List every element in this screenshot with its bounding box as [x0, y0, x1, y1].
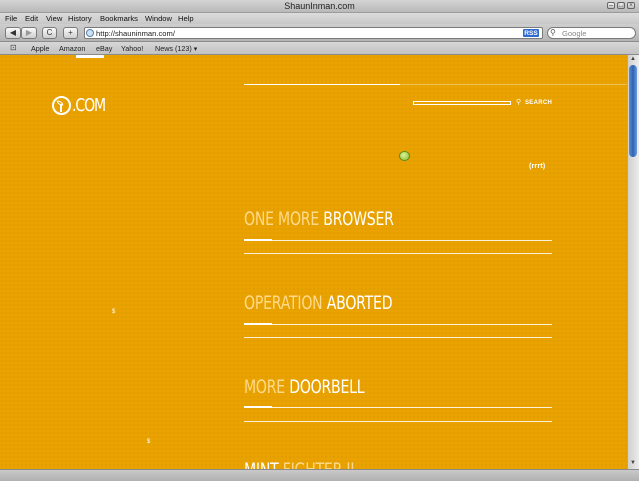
menu-view[interactable]: View	[46, 13, 62, 24]
post-divider	[244, 324, 552, 325]
address-bar[interactable]: http://shauninman.com/	[84, 27, 543, 39]
post-divider	[244, 407, 552, 408]
window-title: ShaunInman.com	[284, 1, 355, 11]
scroll-down-icon[interactable]: ▼	[629, 459, 637, 467]
post-title-lead: ONE MORE	[244, 208, 320, 230]
header-rule-faint	[400, 84, 627, 85]
sidebar-mark: $	[147, 439, 151, 445]
scroll-up-icon[interactable]: ▲	[629, 55, 637, 63]
site-search-input[interactable]	[413, 101, 511, 105]
post-title-main: FIGHTER II	[283, 459, 355, 469]
sidebar-mark: $	[112, 309, 116, 315]
menu-history[interactable]: History	[68, 13, 92, 24]
bookmarks-bar: ⊡ Apple Amazon eBay Yahoo! News (123) ▾	[0, 42, 639, 55]
menu-bar: File Edit View History Bookmarks Window …	[0, 13, 639, 24]
post-title-lead: MORE	[244, 376, 285, 398]
minimize-icon: –	[609, 2, 613, 9]
logo-stem	[60, 104, 62, 112]
post-divider	[244, 421, 552, 422]
back-button[interactable]: ◀	[5, 27, 21, 39]
site-icon	[86, 29, 94, 37]
post-title-lead: OPERATION	[244, 292, 323, 314]
post-title[interactable]: OPERATION ABORTED	[244, 291, 393, 315]
web-search-field[interactable]: ⚲ Google	[547, 27, 636, 39]
url-text[interactable]: http://shauninman.com/	[96, 28, 175, 39]
post-divider	[244, 253, 552, 254]
bookmark-apple[interactable]: Apple	[31, 42, 49, 54]
nav-indicator	[76, 55, 104, 58]
scroll-thumb[interactable]	[629, 65, 637, 157]
bookmark-news[interactable]: News (123) ▾	[155, 42, 197, 54]
logo-text[interactable]: .COM	[72, 95, 106, 117]
close-button[interactable]: ×	[627, 2, 635, 9]
menu-bookmarks[interactable]: Bookmarks	[100, 13, 138, 24]
search-label[interactable]: SEARCH	[525, 99, 552, 108]
maximize-button[interactable]: □	[617, 2, 625, 9]
post-title-main: ABORTED	[326, 292, 393, 314]
feed-link[interactable]: (rrrt)	[529, 161, 545, 171]
magnifier-icon: ⚲	[550, 28, 556, 37]
post-title-main: DOORBELL	[289, 376, 365, 398]
post-title-lead: MINT	[244, 459, 279, 469]
menu-edit[interactable]: Edit	[25, 13, 38, 24]
forward-button[interactable]: ▶	[21, 27, 37, 39]
post-title-clip: MINT FIGHTER II	[244, 455, 444, 469]
maximize-icon: □	[618, 2, 624, 9]
post-title[interactable]: ONE MORE BROWSER	[244, 207, 394, 231]
bookmark-amazon[interactable]: Amazon	[59, 42, 85, 54]
status-bar	[0, 469, 639, 481]
post-title[interactable]: MINT FIGHTER II	[244, 458, 354, 469]
toolbar: ◀ ▶ C + http://shauninman.com/	[0, 24, 639, 41]
menu-help[interactable]: Help	[178, 13, 194, 24]
reload-button[interactable]: C	[42, 27, 57, 39]
header-rule	[244, 84, 400, 85]
post-divider	[244, 337, 552, 338]
menu-window[interactable]: Window	[145, 13, 172, 24]
open-book-icon[interactable]: ⊡	[10, 44, 17, 52]
close-icon: ×	[628, 2, 634, 9]
bookmark-ebay[interactable]: eBay	[96, 42, 112, 54]
minimize-button[interactable]: –	[607, 2, 615, 9]
vertical-scrollbar[interactable]: ▲ ▼	[627, 55, 639, 469]
add-bookmark-button[interactable]: +	[63, 27, 78, 39]
status-orb-icon[interactable]	[399, 151, 410, 161]
menu-file[interactable]: File	[5, 13, 17, 24]
web-search-placeholder: Google	[562, 29, 587, 38]
post-title-main: BROWSER	[323, 208, 394, 230]
post-title[interactable]: MORE DOORBELL	[244, 375, 365, 399]
bookmark-yahoo[interactable]: Yahoo!	[121, 42, 143, 54]
rss-badge[interactable]: RSS	[523, 29, 539, 37]
search-icon[interactable]: ⚲	[516, 99, 521, 107]
post-divider	[244, 240, 552, 241]
